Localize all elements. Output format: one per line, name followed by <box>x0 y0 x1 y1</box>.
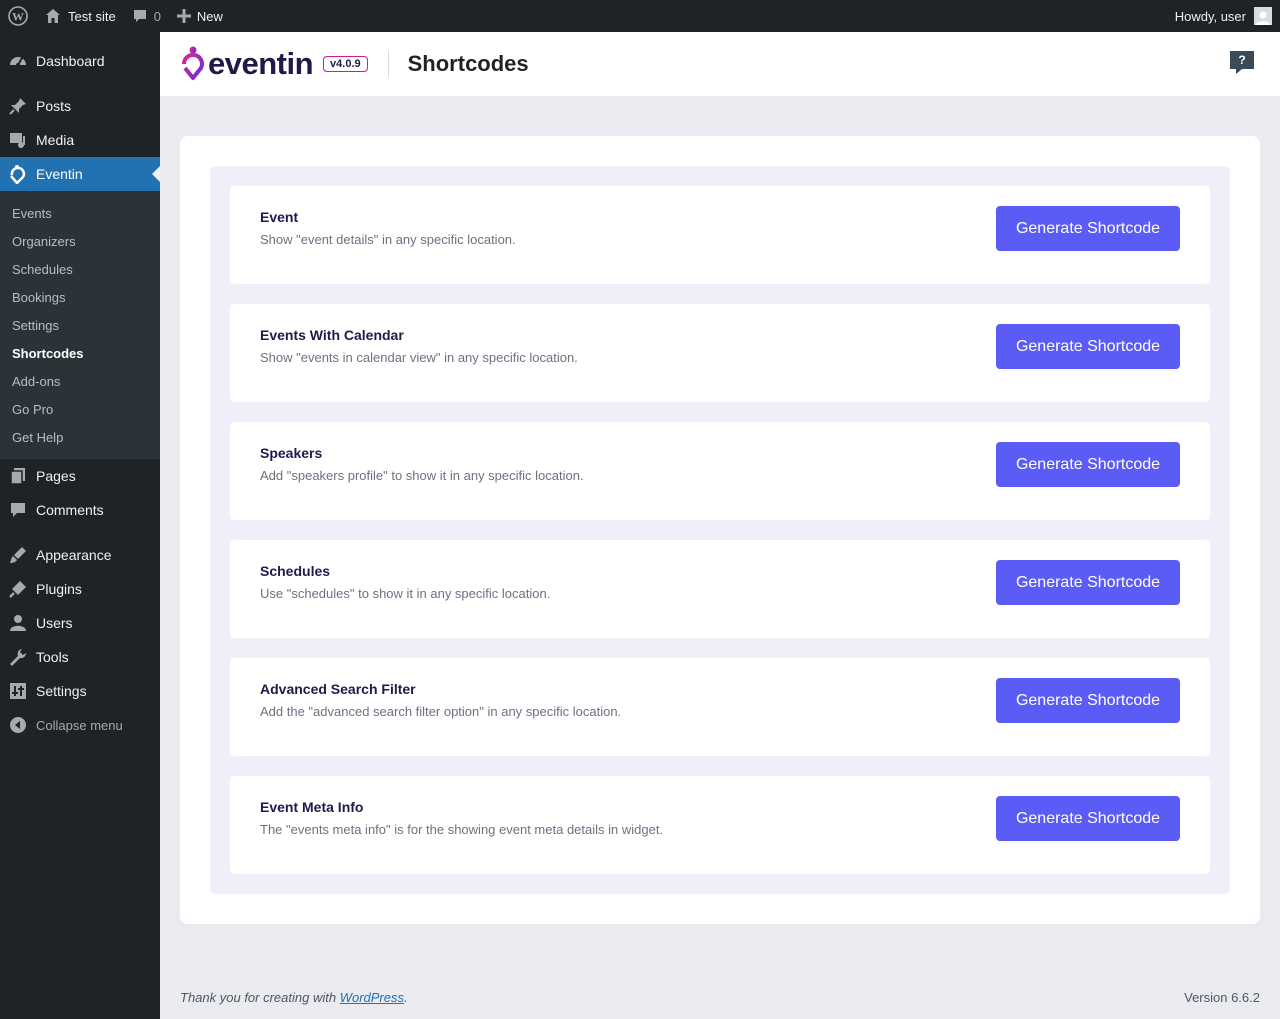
generate-shortcode-button[interactable]: Generate Shortcode <box>996 206 1180 251</box>
user-avatar-icon <box>1256 11 1270 25</box>
plus-icon <box>176 9 191 23</box>
collapse-menu-button[interactable]: Collapse menu <box>0 708 160 742</box>
menu-media[interactable]: Media <box>0 123 160 157</box>
svg-text:W: W <box>12 10 24 24</box>
shortcodes-list: Event Show "event details" in any specif… <box>210 166 1230 894</box>
site-name-link[interactable]: Test site <box>36 0 124 32</box>
menu-users[interactable]: Users <box>0 606 160 640</box>
submenu-go-pro[interactable]: Go Pro <box>0 395 160 423</box>
page-title: Shortcodes <box>407 51 529 76</box>
comments-link[interactable]: 0 <box>124 0 169 32</box>
shortcode-card-schedules: Schedules Use "schedules" to show it in … <box>230 540 1210 638</box>
generate-shortcode-button[interactable]: Generate Shortcode <box>996 442 1180 487</box>
footer-thanks-suffix: . <box>404 990 408 1005</box>
collapse-arrow-icon <box>8 715 28 735</box>
admin-bar: W Test site 0 New Howdy, user <box>0 0 1280 32</box>
generate-shortcode-button[interactable]: Generate Shortcode <box>996 560 1180 605</box>
admin-footer: Thank you for creating with WordPress. V… <box>180 990 1260 1005</box>
site-name: Test site <box>68 8 116 24</box>
submenu-organizers[interactable]: Organizers <box>0 227 160 255</box>
wordpress-icon: W <box>8 6 28 26</box>
admin-sidebar: Dashboard Posts Media Eventin Events Org… <box>0 32 160 1019</box>
comments-count: 0 <box>153 8 161 24</box>
menu-label: Posts <box>36 98 72 114</box>
submenu-events[interactable]: Events <box>0 199 160 227</box>
wordpress-version: Version 6.6.2 <box>1184 990 1260 1005</box>
new-label: New <box>196 8 223 24</box>
menu-label: Users <box>36 615 73 631</box>
help-chat-icon: ? <box>1230 51 1254 74</box>
menu-comments[interactable]: Comments <box>0 493 160 527</box>
dashboard-icon <box>8 51 28 71</box>
menu-label: Dashboard <box>36 53 105 69</box>
footer-thanks-prefix: Thank you for creating with <box>180 990 340 1005</box>
menu-dashboard[interactable]: Dashboard <box>0 44 160 78</box>
header-divider <box>387 51 389 77</box>
settings-icon <box>8 681 28 701</box>
menu-label: Comments <box>36 502 104 518</box>
version-badge: v4.0.9 <box>323 56 368 72</box>
menu-appearance[interactable]: Appearance <box>0 538 160 572</box>
plugin-header: eventin v4.0.9 Shortcodes ? <box>160 32 1280 96</box>
shortcode-card-speakers: Speakers Add "speakers profile" to show … <box>230 422 1210 520</box>
menu-label: Settings <box>36 683 87 699</box>
account-menu[interactable]: Howdy, user <box>1167 0 1280 32</box>
menu-label: Appearance <box>36 547 112 563</box>
greeting: Howdy, user <box>1174 8 1246 24</box>
media-icon <box>8 130 28 150</box>
menu-label: Pages <box>36 468 76 484</box>
shortcode-card-event-meta-info: Event Meta Info The "events meta info" i… <box>230 776 1210 874</box>
submenu-add-ons[interactable]: Add-ons <box>0 367 160 395</box>
eventin-icon <box>8 164 28 184</box>
eventin-submenu: Events Organizers Schedules Bookings Set… <box>0 191 160 459</box>
menu-posts[interactable]: Posts <box>0 89 160 123</box>
submenu-get-help[interactable]: Get Help <box>0 423 160 451</box>
menu-pages[interactable]: Pages <box>0 459 160 493</box>
submenu-bookings[interactable]: Bookings <box>0 283 160 311</box>
menu-eventin[interactable]: Eventin <box>0 157 160 191</box>
generate-shortcode-button[interactable]: Generate Shortcode <box>996 324 1180 369</box>
menu-settings[interactable]: Settings <box>0 674 160 708</box>
generate-shortcode-button[interactable]: Generate Shortcode <box>996 678 1180 723</box>
eventin-logo-icon <box>181 46 204 80</box>
svg-text:?: ? <box>1238 53 1245 67</box>
menu-plugins[interactable]: Plugins <box>0 572 160 606</box>
wrench-icon <box>8 647 28 667</box>
comments-icon <box>8 500 28 520</box>
shortcode-card-events-with-calendar: Events With Calendar Show "events in cal… <box>230 304 1210 402</box>
shortcode-card-event: Event Show "event details" in any specif… <box>230 186 1210 284</box>
help-button[interactable]: ? <box>1228 48 1256 76</box>
generate-shortcode-button[interactable]: Generate Shortcode <box>996 796 1180 841</box>
wordpress-logo-button[interactable]: W <box>0 0 36 32</box>
comment-bubble-icon <box>133 10 146 22</box>
wordpress-link[interactable]: WordPress <box>340 990 404 1005</box>
plugin-icon <box>8 579 28 599</box>
menu-label: Media <box>36 132 75 148</box>
submenu-settings[interactable]: Settings <box>0 311 160 339</box>
avatar <box>1254 7 1272 25</box>
home-icon <box>46 9 60 23</box>
menu-label: Eventin <box>36 166 83 182</box>
footer-thanks: Thank you for creating with WordPress. <box>180 990 408 1005</box>
submenu-schedules[interactable]: Schedules <box>0 255 160 283</box>
menu-label: Plugins <box>36 581 82 597</box>
logo-text: eventin <box>208 46 314 81</box>
menu-label: Tools <box>36 649 69 665</box>
eventin-logo: eventin <box>180 46 314 82</box>
shortcode-card-advanced-search-filter: Advanced Search Filter Add the "advanced… <box>230 658 1210 756</box>
pages-icon <box>8 466 28 486</box>
menu-tools[interactable]: Tools <box>0 640 160 674</box>
shortcodes-wrapper: Event Show "event details" in any specif… <box>180 136 1260 924</box>
submenu-shortcodes[interactable]: Shortcodes <box>0 339 160 367</box>
collapse-label: Collapse menu <box>36 717 123 733</box>
new-content-link[interactable]: New <box>169 0 231 32</box>
brush-icon <box>8 545 28 565</box>
pin-icon <box>8 96 28 116</box>
users-icon <box>8 613 28 633</box>
